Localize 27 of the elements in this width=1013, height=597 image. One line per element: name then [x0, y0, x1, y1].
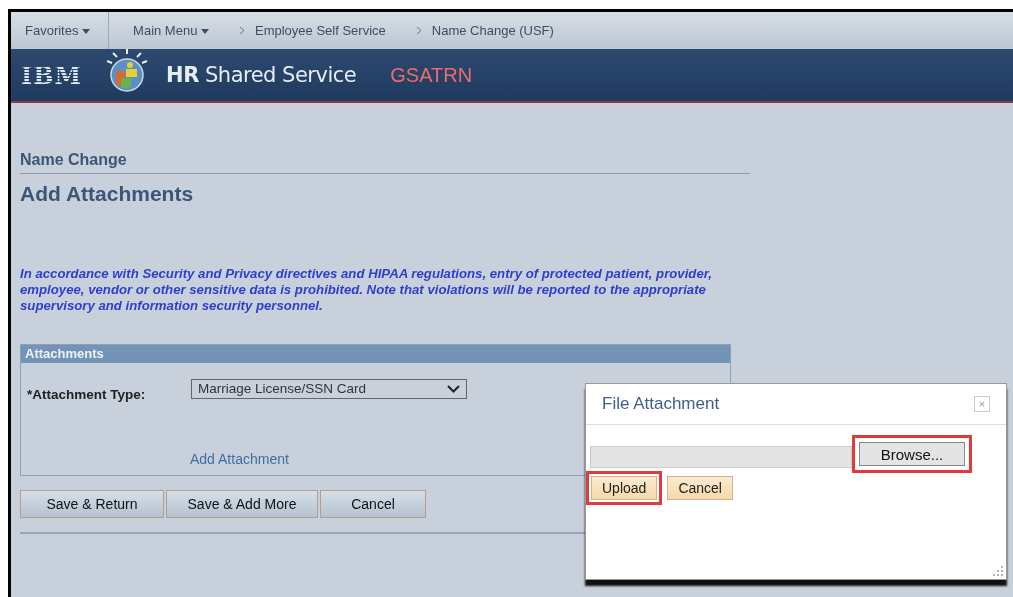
file-path-field[interactable]: [590, 446, 852, 468]
action-button[interactable]: Save & Add More: [166, 490, 318, 518]
chevron-down-icon: [447, 384, 460, 393]
breadcrumb-link[interactable]: Name Change (USF): [431, 23, 554, 38]
app-name: HR Shared Service: [166, 63, 357, 87]
panel-heading: Attachments: [21, 345, 730, 363]
action-button[interactable]: Cancel: [320, 490, 426, 518]
attachment-type-dropdown[interactable]: Marriage License/SSN Card: [191, 378, 467, 399]
browse-button[interactable]: Browse...: [859, 442, 965, 466]
field-label: *Attachment Type:: [27, 387, 147, 402]
dialog-title: File Attachment: [602, 394, 720, 414]
privacy-notice: In accordance with Security and Privacy directives and HIPAA regulations, entry of protected patient, provider, employee, vendor or other sensitive data is prohibited. Note that violations will be reported to the appropriate supervisory and information security personnel.: [20, 266, 713, 314]
dialog-button[interactable]: Upload: [591, 476, 658, 500]
section-title: Name Change: [20, 151, 128, 169]
action-button[interactable]: Save & Return: [20, 490, 164, 518]
favorites-menu[interactable]: Favorites: [25, 23, 91, 38]
dialog-button[interactable]: Cancel: [667, 476, 733, 500]
page-title: Add Attachments: [20, 182, 195, 206]
add-attachment-link[interactable]: Add Attachment: [190, 451, 289, 467]
caret-icon: [201, 29, 209, 35]
chevron-icon: [415, 26, 422, 35]
resize-grip-icon: [993, 566, 1003, 576]
main-menu[interactable]: Main Menu: [133, 23, 209, 38]
chevron-icon: [239, 26, 245, 35]
environment-label: GSATRN: [390, 63, 473, 87]
caret-icon: [82, 29, 91, 35]
breadcrumb-link[interactable]: Employee Self Service: [255, 23, 386, 38]
